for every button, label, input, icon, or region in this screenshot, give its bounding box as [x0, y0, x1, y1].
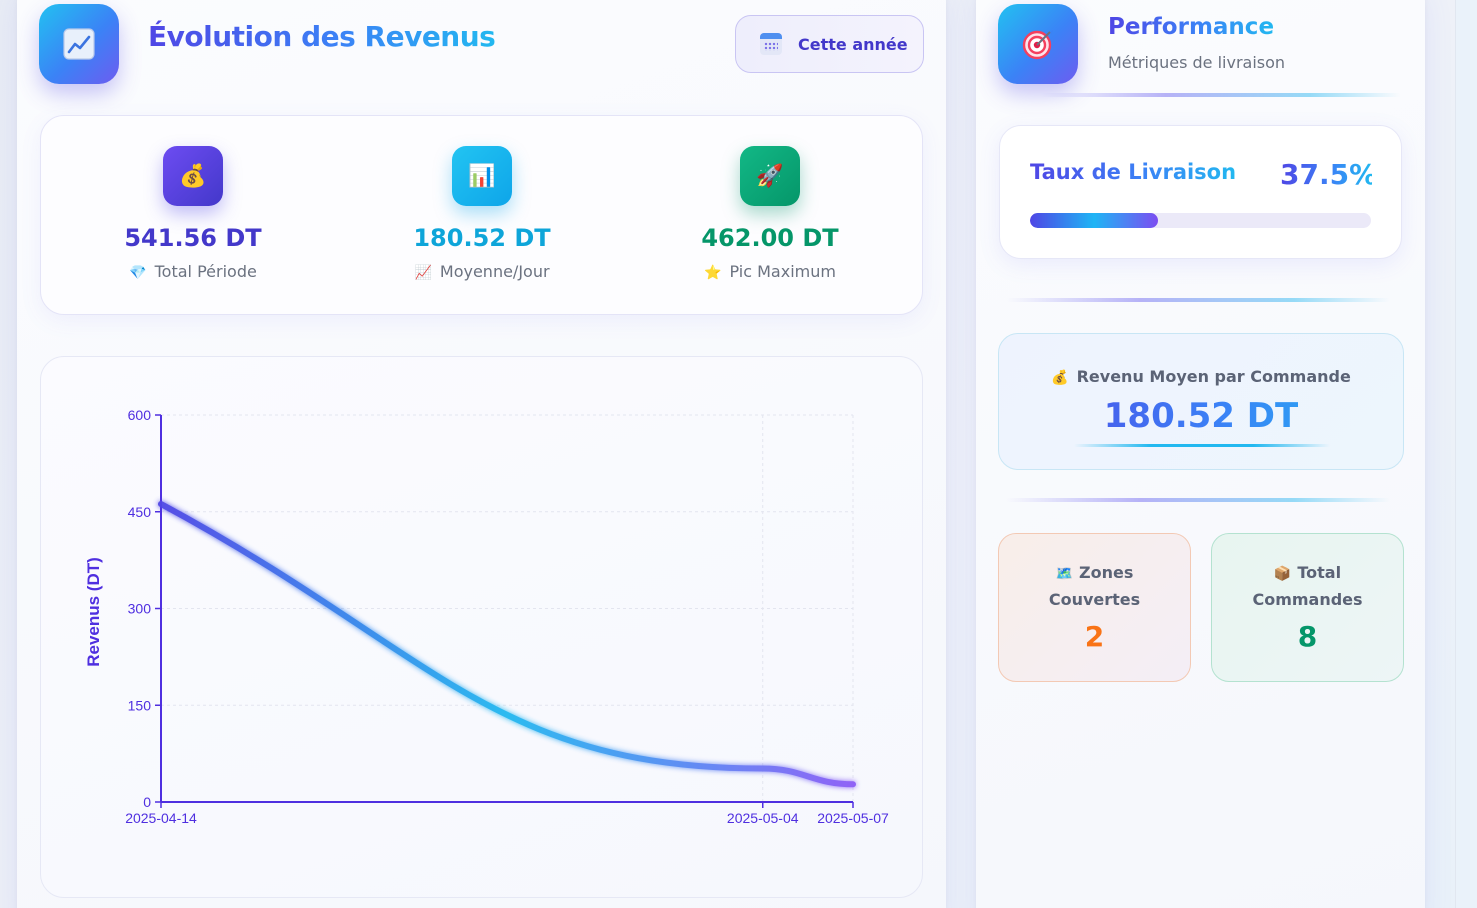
zones-covered-card: 🗺️ Zones Couvertes 2	[998, 533, 1191, 682]
zones-label: 🗺️ Zones Couvertes	[1048, 563, 1141, 609]
delivery-rate-value: 37.5%	[1280, 158, 1378, 191]
delivery-rate-label: Taux de Livraison	[1030, 160, 1237, 184]
bar-chart-icon: 📊	[452, 146, 512, 206]
average-revenue-value: 180.52 DT	[999, 396, 1403, 436]
period-button-label: Cette année	[798, 34, 908, 54]
gem-icon: 💎	[129, 265, 147, 281]
calendar-icon	[760, 33, 782, 55]
period-selector-button[interactable]: Cette année	[735, 15, 924, 73]
star-icon: ⭐	[704, 265, 722, 281]
total-orders-card: 📦 Total Commandes 8	[1211, 533, 1404, 682]
delivery-progress-fill	[1030, 213, 1158, 228]
performance-title: Performance	[1108, 14, 1275, 40]
map-icon: 🗺️	[1055, 566, 1074, 582]
divider	[1006, 298, 1390, 302]
delivery-rate-card	[999, 125, 1402, 259]
stat-value: 180.52 DT	[413, 224, 551, 252]
y-tick-label: 300	[128, 601, 152, 617]
average-revenue-label: 💰 Revenu Moyen par Commande	[1051, 367, 1351, 386]
scroll-gutter	[1455, 0, 1477, 908]
accent-underline	[1074, 444, 1330, 447]
money-bag-icon: 💰	[1051, 370, 1069, 386]
y-tick-label: 150	[128, 697, 152, 713]
divider	[1006, 498, 1390, 502]
orders-value: 8	[1297, 620, 1318, 653]
target-icon	[998, 4, 1078, 84]
stat-value: 462.00 DT	[701, 224, 839, 252]
x-tick-label: 2025-05-07	[817, 810, 889, 826]
x-tick-label: 2025-05-04	[727, 810, 799, 826]
average-revenue-card: 💰 Revenu Moyen par Commande 180.52 DT	[998, 333, 1404, 470]
stat-daily-average: 📊 180.52 DT 📈 Moyenne/Jour	[335, 116, 629, 316]
stat-label: 📈 Moyenne/Jour	[414, 262, 550, 281]
y-tick-label: 0	[143, 794, 151, 810]
stat-total-period: 💰 541.56 DT 💎 Total Période	[46, 116, 340, 316]
stat-peak-maximum: 🚀 462.00 DT ⭐ Pic Maximum	[623, 116, 917, 316]
package-icon: 📦	[1273, 566, 1292, 582]
divider	[1040, 93, 1400, 97]
x-tick-label: 2025-04-14	[125, 810, 197, 826]
revenue-series-line	[158, 501, 856, 788]
performance-subtitle: Métriques de livraison	[1108, 53, 1286, 72]
trend-up-icon: 📈	[414, 265, 432, 281]
y-tick-label: 450	[128, 504, 152, 520]
orders-label: 📦 Total Commandes	[1252, 563, 1363, 609]
stat-label: 💎 Total Période	[129, 262, 257, 281]
zones-value: 2	[1084, 620, 1105, 653]
rocket-icon: 🚀	[740, 146, 800, 206]
delivery-progress-bar	[1030, 213, 1371, 228]
y-tick-label: 600	[128, 407, 152, 423]
revenue-chart-card: 0 150 300 450 600 2025-04-14 2025-05-04 2025-05…	[40, 356, 923, 898]
stat-value: 541.56 DT	[124, 224, 262, 252]
stat-label: ⭐ Pic Maximum	[704, 262, 836, 281]
trend-chart-icon	[39, 4, 119, 84]
revenue-line-chart: 0 150 300 450 600 2025-04-14 2025-05-04 2025-05…	[84, 407, 889, 826]
revenue-title: Évolution des Revenus	[148, 20, 496, 53]
y-axis-label: Revenus (DT)	[84, 557, 103, 667]
money-bag-icon: 💰	[163, 146, 223, 206]
stats-summary-card: 💰 541.56 DT 💎 Total Période 📊 180.52 DT 📈…	[40, 115, 923, 315]
